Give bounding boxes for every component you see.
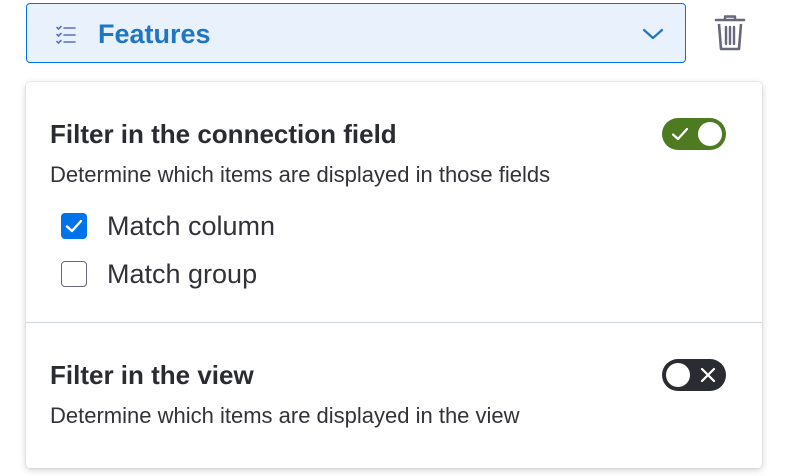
match-column-checkbox[interactable] bbox=[61, 213, 87, 239]
toggle-knob bbox=[666, 363, 690, 387]
chevron-down-icon bbox=[642, 28, 664, 40]
trash-icon[interactable] bbox=[714, 14, 746, 52]
toggle-knob bbox=[698, 122, 722, 146]
section-title: Filter in the view bbox=[50, 360, 254, 390]
view-filter-toggle[interactable] bbox=[662, 359, 726, 391]
connection-field-filter-section: Filter in the connection field Determine… bbox=[26, 82, 762, 322]
option-label: Match group bbox=[107, 259, 258, 289]
check-icon bbox=[65, 219, 83, 233]
section-description: Determine which items are displayed in t… bbox=[50, 162, 551, 187]
checklist-icon bbox=[56, 25, 76, 44]
section-title: Filter in the connection field bbox=[50, 119, 397, 149]
check-icon bbox=[671, 127, 689, 141]
view-filter-section: Filter in the view Determine which items… bbox=[26, 323, 762, 468]
section-description: Determine which items are displayed in t… bbox=[50, 403, 520, 428]
match-group-option[interactable]: Match group bbox=[61, 259, 321, 289]
dropdown-label: Features bbox=[98, 19, 211, 49]
match-group-checkbox[interactable] bbox=[61, 261, 87, 287]
connection-field-filter-toggle[interactable] bbox=[662, 118, 726, 150]
x-icon bbox=[700, 367, 716, 383]
match-column-option[interactable]: Match column bbox=[61, 211, 341, 241]
features-dropdown[interactable]: Features bbox=[26, 3, 686, 63]
filter-panel: Filter in the connection field Determine… bbox=[26, 82, 762, 468]
filter-settings: Features Filter in the connection field … bbox=[0, 0, 798, 476]
option-label: Match column bbox=[107, 211, 276, 241]
